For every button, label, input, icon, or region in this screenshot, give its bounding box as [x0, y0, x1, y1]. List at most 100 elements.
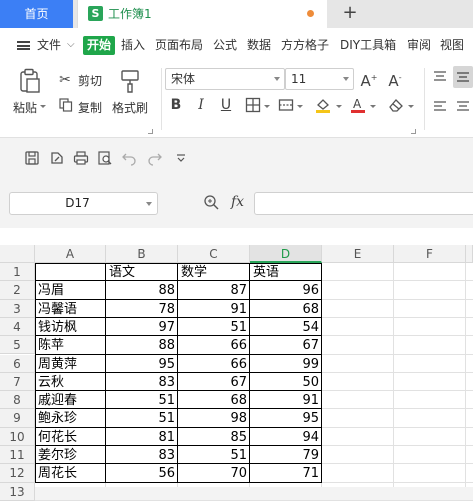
cell-c6[interactable]: 66 — [178, 355, 250, 373]
align-left-icon[interactable] — [433, 100, 447, 112]
home-tab[interactable]: 首页 — [0, 0, 73, 28]
hamburger-icon[interactable] — [17, 41, 30, 50]
align-center-icon[interactable] — [456, 100, 470, 112]
cell-d10[interactable]: 94 — [250, 428, 322, 446]
cell-d4[interactable]: 54 — [250, 318, 322, 336]
row-header-9[interactable]: 9 — [0, 409, 35, 428]
tab-start[interactable]: 开始 — [83, 36, 115, 55]
cell-c11[interactable]: 51 — [178, 446, 250, 464]
tab-insert[interactable]: 插入 — [121, 28, 145, 62]
decrease-font-icon[interactable]: A- — [386, 69, 404, 90]
column-header-e[interactable]: E — [322, 245, 394, 263]
font-name-select[interactable]: 宋体 — [165, 68, 285, 90]
cell-c5[interactable]: 66 — [178, 336, 250, 354]
tab-formulas[interactable]: 公式 — [213, 28, 237, 62]
row-header-1[interactable]: 1 — [0, 263, 35, 282]
name-box[interactable]: D17 — [9, 192, 158, 215]
format-painter-button[interactable]: 格式刷 — [112, 99, 148, 116]
fill-color-icon[interactable] — [314, 96, 332, 114]
borders-dropdown-icon[interactable] — [264, 105, 270, 108]
cell-a8[interactable]: 戚迎春 — [35, 391, 106, 409]
row-header-3[interactable]: 3 — [0, 299, 35, 318]
workbook-tab[interactable]: S 工作簿1 — [77, 0, 327, 28]
cell-c8[interactable]: 68 — [178, 391, 250, 409]
merge-style-icon[interactable] — [278, 97, 294, 113]
cell-a2[interactable]: 冯眉 — [35, 281, 106, 299]
cell-b2[interactable]: 88 — [106, 281, 178, 299]
font-color-icon[interactable]: A — [350, 96, 366, 114]
row-header-11[interactable]: 11 — [0, 446, 35, 465]
row-header-13[interactable]: 13 — [0, 482, 35, 501]
cell-d9[interactable]: 95 — [250, 409, 322, 427]
zoom-search-icon[interactable] — [203, 194, 219, 210]
cell-a4[interactable]: 钱访枫 — [35, 318, 106, 336]
customize-toolbar-icon[interactable] — [175, 152, 191, 168]
align-top-icon[interactable] — [433, 70, 447, 82]
italic-button[interactable]: I — [193, 96, 209, 114]
cell-b10[interactable]: 81 — [106, 428, 178, 446]
chevron-down-icon[interactable]: ⌵ — [67, 28, 75, 62]
cell-d1[interactable]: 英语 — [250, 263, 322, 281]
increase-font-icon[interactable]: A+ — [360, 69, 378, 90]
font-size-select[interactable]: 11 — [285, 68, 354, 90]
cell-c7[interactable]: 67 — [178, 373, 250, 391]
cell-b7[interactable]: 83 — [106, 373, 178, 391]
column-header-c[interactable]: C — [178, 245, 250, 263]
cell-a3[interactable]: 冯馨语 — [35, 300, 106, 318]
cell-c4[interactable]: 51 — [178, 318, 250, 336]
row-header-2[interactable]: 2 — [0, 281, 35, 300]
cell-b1[interactable]: 语文 — [106, 263, 178, 281]
cut-button[interactable]: 剪切 — [78, 72, 102, 89]
cell-a12[interactable]: 周花长 — [35, 464, 106, 482]
column-header-f[interactable]: F — [394, 245, 466, 263]
cell-b8[interactable]: 51 — [106, 391, 178, 409]
tab-fangfang[interactable]: 方方格子 — [281, 28, 329, 62]
cell-d11[interactable]: 79 — [250, 446, 322, 464]
cell-c1[interactable]: 数学 — [178, 263, 250, 281]
cell-d7[interactable]: 50 — [250, 373, 322, 391]
cell-a7[interactable]: 云秋 — [35, 373, 106, 391]
row-header-12[interactable]: 12 — [0, 464, 35, 483]
copy-button[interactable]: 复制 — [78, 99, 102, 116]
cell-a11[interactable]: 姜尔珍 — [35, 446, 106, 464]
fill-color-dropdown-icon[interactable] — [336, 105, 342, 108]
export-icon[interactable] — [49, 150, 65, 166]
cell-c12[interactable]: 70 — [178, 464, 250, 482]
row-header-7[interactable]: 7 — [0, 372, 35, 392]
paste-icon[interactable] — [18, 68, 42, 94]
tab-data[interactable]: 数据 — [247, 28, 271, 62]
new-tab-button[interactable]: + — [340, 2, 360, 26]
underline-button[interactable]: U — [218, 96, 234, 114]
font-color-dropdown-icon[interactable] — [370, 105, 376, 108]
clipboard-launcher-icon[interactable] — [148, 129, 153, 134]
cell-a9[interactable]: 鲍永珍 — [35, 409, 106, 427]
borders-icon[interactable] — [245, 97, 261, 113]
tab-diy-tools[interactable]: DIY工具箱 — [340, 28, 396, 62]
row-header-4[interactable]: 4 — [0, 317, 35, 337]
cell-c10[interactable]: 85 — [178, 428, 250, 446]
cell-c9[interactable]: 98 — [178, 409, 250, 427]
tab-view[interactable]: 视图 — [440, 28, 464, 62]
save-icon[interactable] — [24, 150, 40, 166]
column-header-a[interactable]: A — [35, 245, 106, 263]
paste-button[interactable]: 粘贴 — [13, 99, 37, 116]
format-painter-icon[interactable] — [118, 68, 142, 94]
font-launcher-icon[interactable] — [411, 129, 416, 134]
cell-c2[interactable]: 87 — [178, 281, 250, 299]
cell-a10[interactable]: 何花长 — [35, 428, 106, 446]
tab-review[interactable]: 审阅 — [407, 28, 431, 62]
select-all-corner[interactable] — [0, 245, 35, 263]
paste-dropdown-icon[interactable] — [40, 105, 46, 108]
tab-page-layout[interactable]: 页面布局 — [155, 28, 203, 62]
cell-d6[interactable]: 99 — [250, 355, 322, 373]
file-menu[interactable]: 文件 — [37, 28, 61, 62]
eraser-dropdown-icon[interactable] — [408, 105, 414, 108]
print-icon[interactable] — [73, 150, 89, 166]
cell-b4[interactable]: 97 — [106, 318, 178, 336]
cell-b12[interactable]: 56 — [106, 464, 178, 482]
print-preview-icon[interactable] — [97, 150, 113, 166]
row-header-6[interactable]: 6 — [0, 354, 35, 373]
insert-function-button[interactable]: fx — [231, 194, 244, 210]
cell-b6[interactable]: 95 — [106, 355, 178, 373]
align-middle-button[interactable] — [453, 66, 473, 88]
